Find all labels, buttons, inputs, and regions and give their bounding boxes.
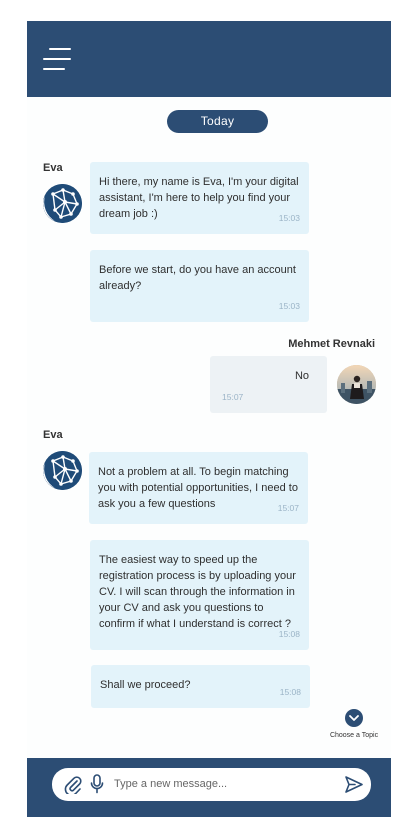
eva-logo-icon bbox=[43, 184, 82, 223]
message-time: 15:07 bbox=[222, 392, 244, 402]
message-time: 15:03 bbox=[278, 213, 300, 223]
message-time: 15:07 bbox=[277, 503, 299, 513]
message-text: Hi there, my name is Eva, I'm your digit… bbox=[99, 176, 299, 220]
chevron-down-icon bbox=[349, 715, 359, 721]
eva-logo-icon bbox=[43, 451, 82, 490]
app-header bbox=[27, 21, 391, 97]
message-bubble-bot: Shall we proceed? 15:08 bbox=[91, 665, 310, 708]
message-composer bbox=[27, 758, 391, 817]
sender-name-eva: Eva bbox=[43, 162, 63, 174]
eva-avatar bbox=[43, 451, 82, 490]
message-bubble-bot: Hi there, my name is Eva, I'm your digit… bbox=[90, 162, 309, 234]
eva-avatar bbox=[43, 184, 82, 223]
date-separator: Today bbox=[167, 110, 268, 133]
message-time: 15:08 bbox=[279, 687, 301, 697]
user-avatar[interactable] bbox=[337, 365, 376, 404]
message-time: 15:03 bbox=[278, 301, 300, 311]
message-bubble-user: No 15:07 bbox=[210, 356, 327, 413]
sender-name-eva: Eva bbox=[43, 429, 63, 441]
message-text: No bbox=[294, 370, 309, 382]
hamburger-menu-icon[interactable] bbox=[43, 48, 71, 70]
message-input-box bbox=[52, 768, 371, 801]
choose-topic-button[interactable] bbox=[345, 709, 363, 727]
message-text: Not a problem at all. To begin matching … bbox=[98, 466, 298, 510]
message-text: Shall we proceed? bbox=[100, 679, 191, 691]
message-time: 15:08 bbox=[278, 629, 300, 639]
message-text: Before we start, do you have an account … bbox=[99, 264, 296, 292]
message-bubble-bot: Before we start, do you have an account … bbox=[90, 250, 309, 322]
paperclip-icon[interactable] bbox=[64, 775, 82, 794]
message-bubble-bot: Not a problem at all. To begin matching … bbox=[89, 452, 308, 524]
send-icon[interactable] bbox=[344, 775, 364, 794]
choose-topic-label[interactable]: Choose a Topic bbox=[319, 732, 389, 739]
sender-name-user: Mehmet Revnaki bbox=[288, 338, 375, 350]
chat-app: Today Eva Hi there, my name is Eva, I'm … bbox=[27, 21, 391, 817]
message-input[interactable] bbox=[114, 775, 324, 793]
message-text: The easiest way to speed up the registra… bbox=[99, 554, 296, 630]
microphone-icon[interactable] bbox=[90, 774, 104, 794]
message-bubble-bot: The easiest way to speed up the registra… bbox=[90, 540, 309, 650]
